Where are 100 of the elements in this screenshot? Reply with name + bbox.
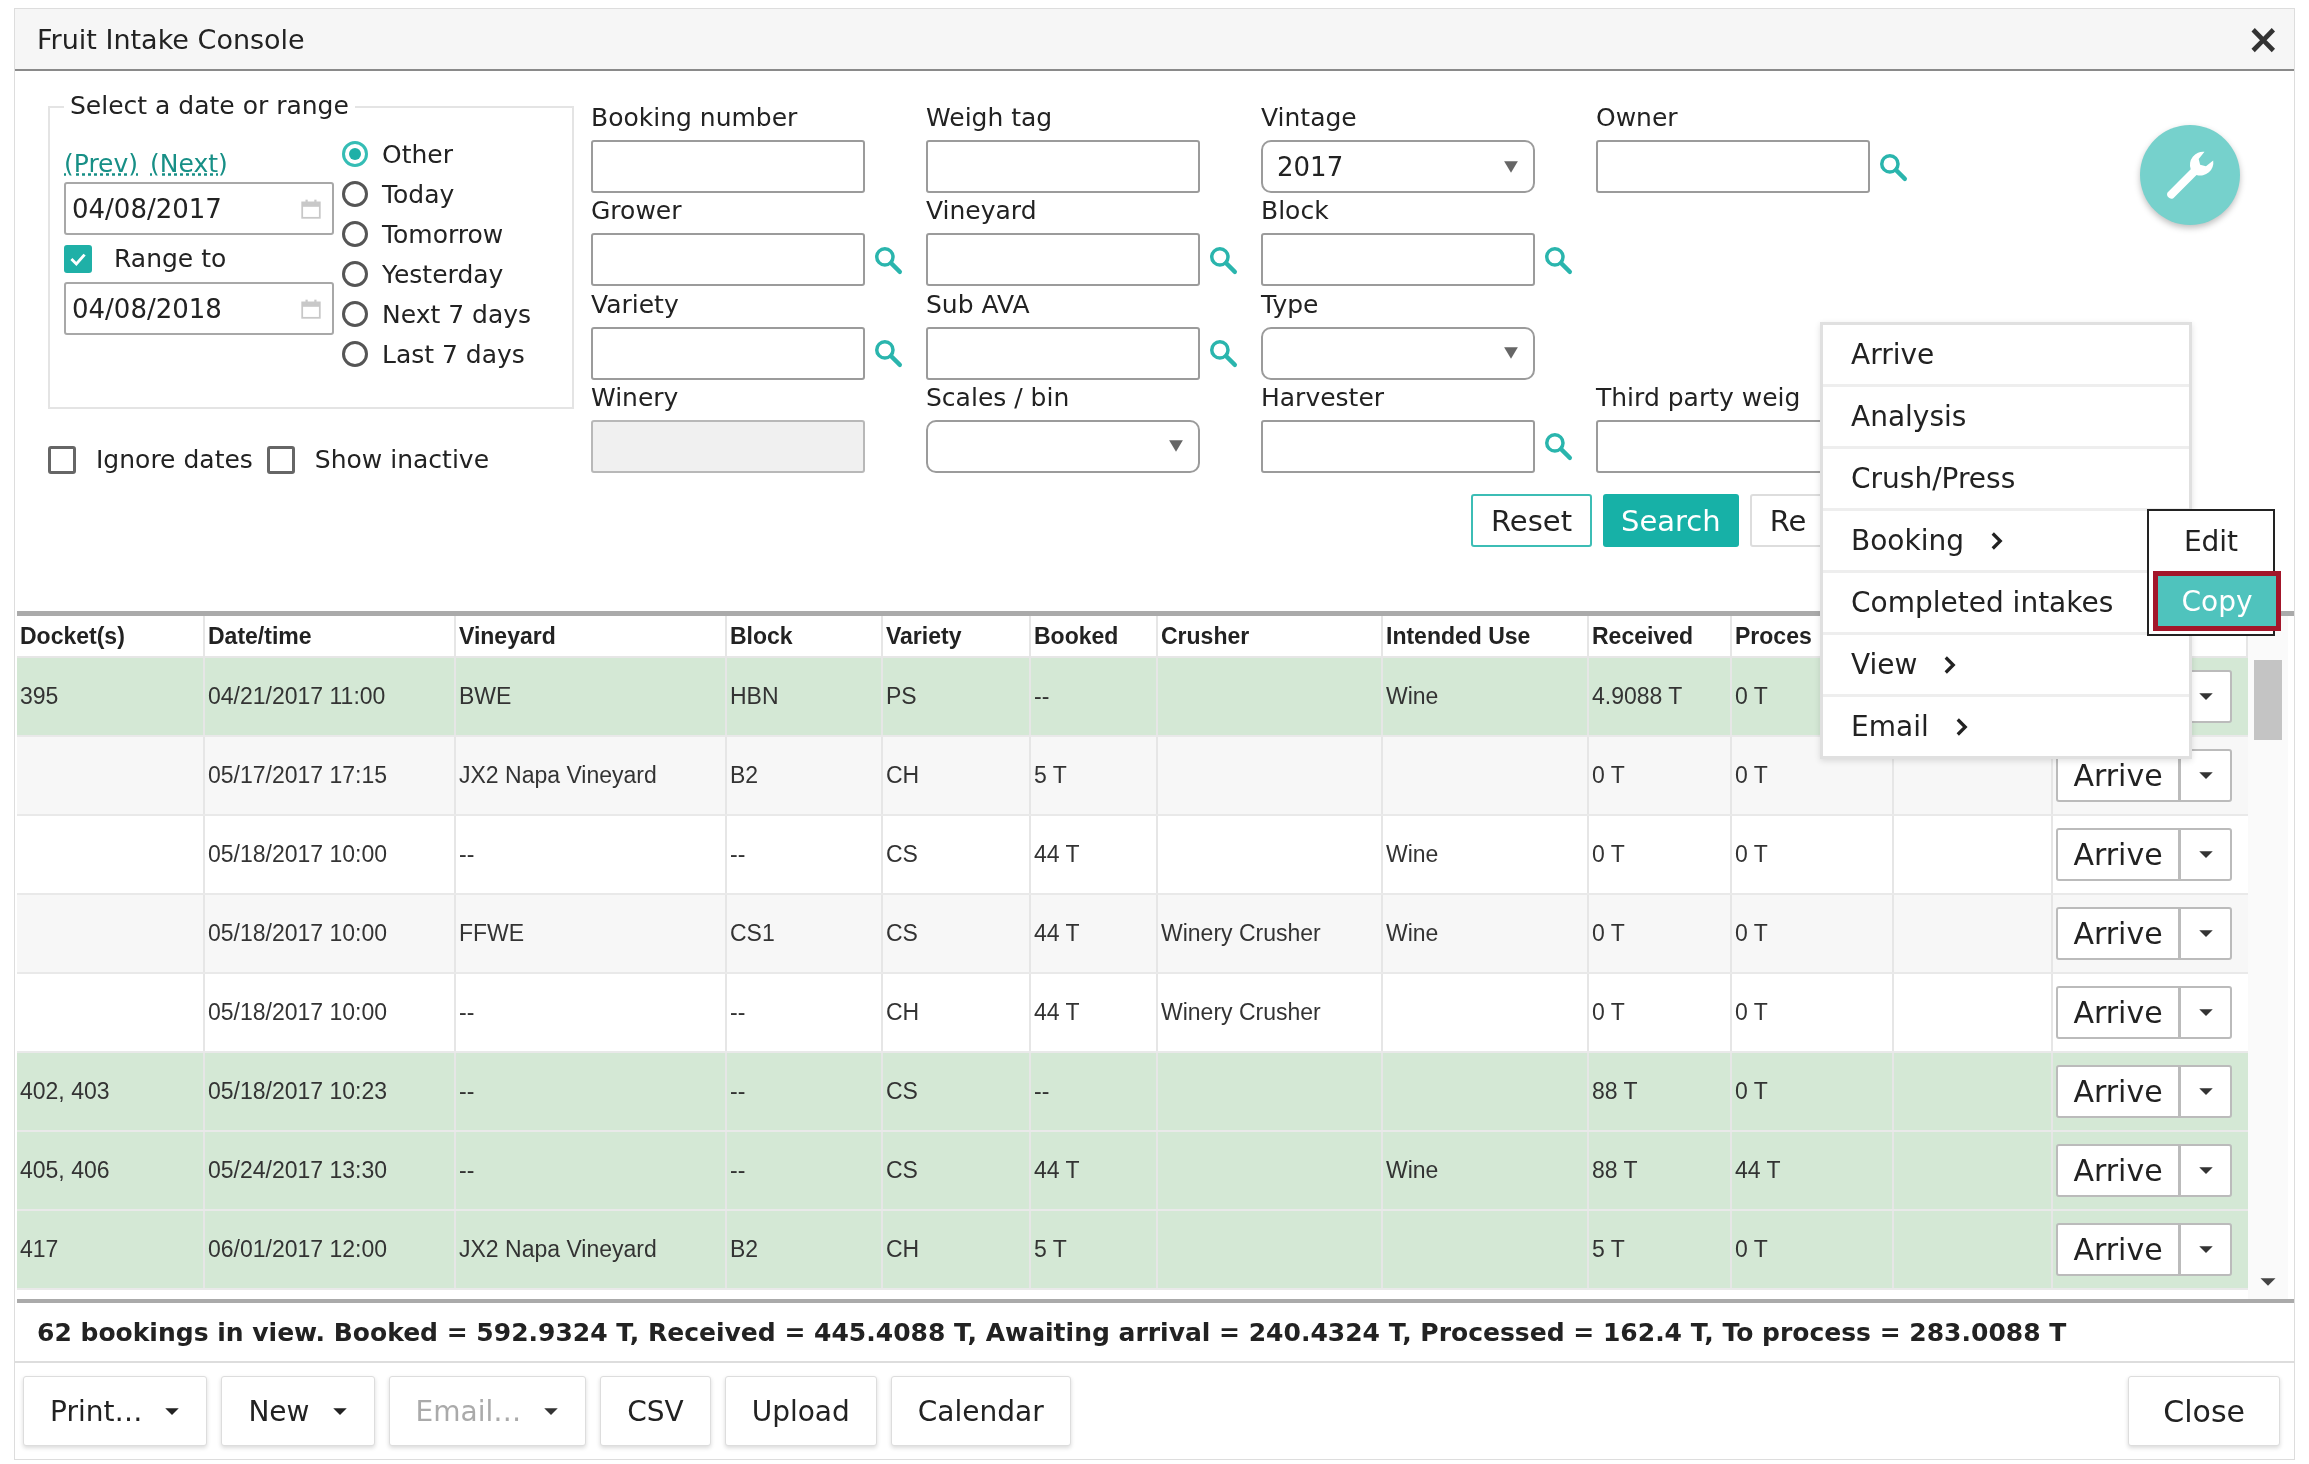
menu-item[interactable]: Arrive <box>1823 325 2189 387</box>
table-cell: -- <box>1031 1053 1158 1130</box>
scrollbar[interactable] <box>2248 616 2288 1299</box>
table-row[interactable]: 05/17/2017 17:15 JX2 Napa Vineyard B2 CH 5 T 0 T 0 T Arrive <box>17 737 2248 816</box>
caret-icon <box>2197 1087 2214 1096</box>
menu-item[interactable]: Analysis <box>1823 387 2189 449</box>
column-header[interactable]: Received <box>1589 616 1732 656</box>
table-cell: CS <box>883 1132 1031 1209</box>
table-cell: -- <box>727 816 883 893</box>
radio-button[interactable] <box>342 301 368 327</box>
link[interactable]: (Prev) <box>64 148 139 178</box>
dropdown-button[interactable] <box>2179 1144 2232 1197</box>
column-header[interactable]: Vineyard <box>456 616 727 656</box>
link[interactable]: (Next) <box>150 148 228 178</box>
table-cell: 05/24/2017 13:30 <box>205 1132 456 1209</box>
table-cell: 0 T <box>1589 974 1732 1051</box>
arrive-button[interactable]: Arrive <box>2056 1144 2179 1197</box>
dropdown-button[interactable] <box>2179 1223 2232 1276</box>
checkbox-label: Range to <box>114 244 227 273</box>
scroll-down-icon[interactable] <box>2259 1277 2277 1287</box>
table-cell: Winery Crusher <box>1158 895 1383 972</box>
dropdown-field[interactable] <box>1261 326 1535 380</box>
table-row[interactable]: 05/18/2017 10:00 -- -- CS 44 T Wine 0 T 0 T Arrive <box>17 816 2248 895</box>
search-icon[interactable] <box>1208 338 1238 369</box>
dropdown-button[interactable] <box>2179 1065 2232 1118</box>
table-row[interactable]: 402, 403 05/18/2017 10:23 -- -- CS -- 88 T 0 T Arrive <box>17 1053 2248 1132</box>
radio-button[interactable] <box>342 141 368 167</box>
footer-button[interactable]: New <box>221 1376 375 1446</box>
table-cell: 06/01/2017 12:00 <box>205 1211 456 1288</box>
column-header[interactable]: Crusher <box>1158 616 1383 656</box>
date-field[interactable]: 04/08/2018 <box>64 282 334 335</box>
table-cell: Wine <box>1383 816 1589 893</box>
radio-label: Last 7 days <box>382 339 525 369</box>
tools-button[interactable] <box>2140 125 2240 225</box>
radio-button[interactable] <box>342 181 368 207</box>
table-cell: JX2 Napa Vineyard <box>456 737 727 814</box>
checkbox[interactable] <box>64 244 92 273</box>
column-header[interactable]: Block <box>727 616 883 656</box>
button[interactable]: Reset <box>1471 494 1592 547</box>
arrive-button[interactable]: Arrive <box>2056 986 2179 1039</box>
field-label: Third party weig <box>1596 383 1802 413</box>
table-cell: 44 T <box>1031 816 1158 893</box>
text-field[interactable] <box>591 326 865 380</box>
caret-icon <box>331 1406 348 1416</box>
text-field[interactable] <box>1261 233 1535 287</box>
date-field[interactable]: 04/08/2017 <box>64 182 334 235</box>
table-cell: 05/18/2017 10:00 <box>205 895 456 972</box>
table-row[interactable]: 05/18/2017 10:00 -- -- CH 44 T Winery Crusher 0 T 0 T Arrive <box>17 974 2248 1053</box>
footer-button[interactable]: CSV <box>600 1376 711 1446</box>
close-button[interactable]: × <box>2242 19 2284 59</box>
column-header[interactable]: Intended Use <box>1383 616 1589 656</box>
dropdown-button[interactable] <box>2179 986 2232 1039</box>
arrive-button[interactable]: Arrive <box>2056 1065 2179 1118</box>
search-icon[interactable] <box>1543 244 1573 275</box>
table-row[interactable]: 05/18/2017 10:00 FFWE CS1 CS 44 T Winery Crusher Wine 0 T 0 T Arrive <box>17 895 2248 974</box>
column-header[interactable]: Variety <box>883 616 1031 656</box>
radio-button[interactable] <box>342 221 368 247</box>
table-row[interactable]: 417 06/01/2017 12:00 JX2 Napa Vineyard B2 CH 5 T 5 T 0 T Arrive <box>17 1211 2248 1290</box>
checkbox[interactable] <box>266 445 295 474</box>
calendar-icon <box>300 297 322 320</box>
dropdown-button[interactable] <box>2179 907 2232 960</box>
search-icon[interactable] <box>873 338 903 369</box>
text-field[interactable] <box>926 140 1200 193</box>
arrive-button[interactable]: Arrive <box>2056 1223 2179 1276</box>
search-icon[interactable] <box>1208 244 1238 275</box>
text-field[interactable] <box>926 326 1200 380</box>
search-icon[interactable] <box>1543 431 1573 462</box>
caret-icon <box>1168 439 1184 454</box>
caret-icon <box>2197 929 2214 938</box>
text-field[interactable] <box>1596 140 1870 193</box>
field-label: Sub AVA <box>926 289 1031 320</box>
window-title: Fruit Intake Console <box>37 23 305 55</box>
dropdown-button[interactable] <box>2179 828 2232 881</box>
arrive-button[interactable]: Arrive <box>2056 907 2179 960</box>
dropdown-field[interactable] <box>926 420 1200 473</box>
column-header[interactable]: Docket(s) <box>17 616 205 656</box>
radio-button[interactable] <box>342 261 368 287</box>
table-cell: PS <box>883 658 1031 735</box>
table-row[interactable]: 405, 406 05/24/2017 13:30 -- -- CS 44 T Wine 88 T 44 T Arrive <box>17 1132 2248 1211</box>
search-icon[interactable] <box>873 244 903 275</box>
close-button[interactable]: Close <box>2128 1376 2280 1446</box>
column-header[interactable]: Date/time <box>205 616 456 656</box>
caret-icon <box>164 1406 181 1416</box>
field-label: Type <box>1261 289 1320 320</box>
dropdown-field[interactable]: 2017 <box>1261 140 1535 193</box>
text-field[interactable] <box>591 233 865 287</box>
table-cell: Winery Crusher <box>1158 974 1383 1051</box>
arrive-button[interactable]: Arrive <box>2056 828 2179 881</box>
text-field[interactable] <box>591 140 865 193</box>
footer-button[interactable]: Print… <box>23 1376 208 1446</box>
text-field[interactable] <box>1261 420 1535 473</box>
scrollbar-thumb[interactable] <box>2254 660 2282 740</box>
text-field[interactable] <box>926 233 1200 287</box>
dropdown-button[interactable] <box>2179 749 2232 802</box>
radio-button[interactable] <box>342 341 368 367</box>
checkbox[interactable] <box>48 445 76 474</box>
footer-button[interactable]: Upload <box>724 1376 877 1446</box>
search-icon[interactable] <box>1878 151 1908 182</box>
column-header[interactable]: Booked <box>1031 616 1158 656</box>
footer-button[interactable]: Calendar <box>890 1376 1071 1446</box>
